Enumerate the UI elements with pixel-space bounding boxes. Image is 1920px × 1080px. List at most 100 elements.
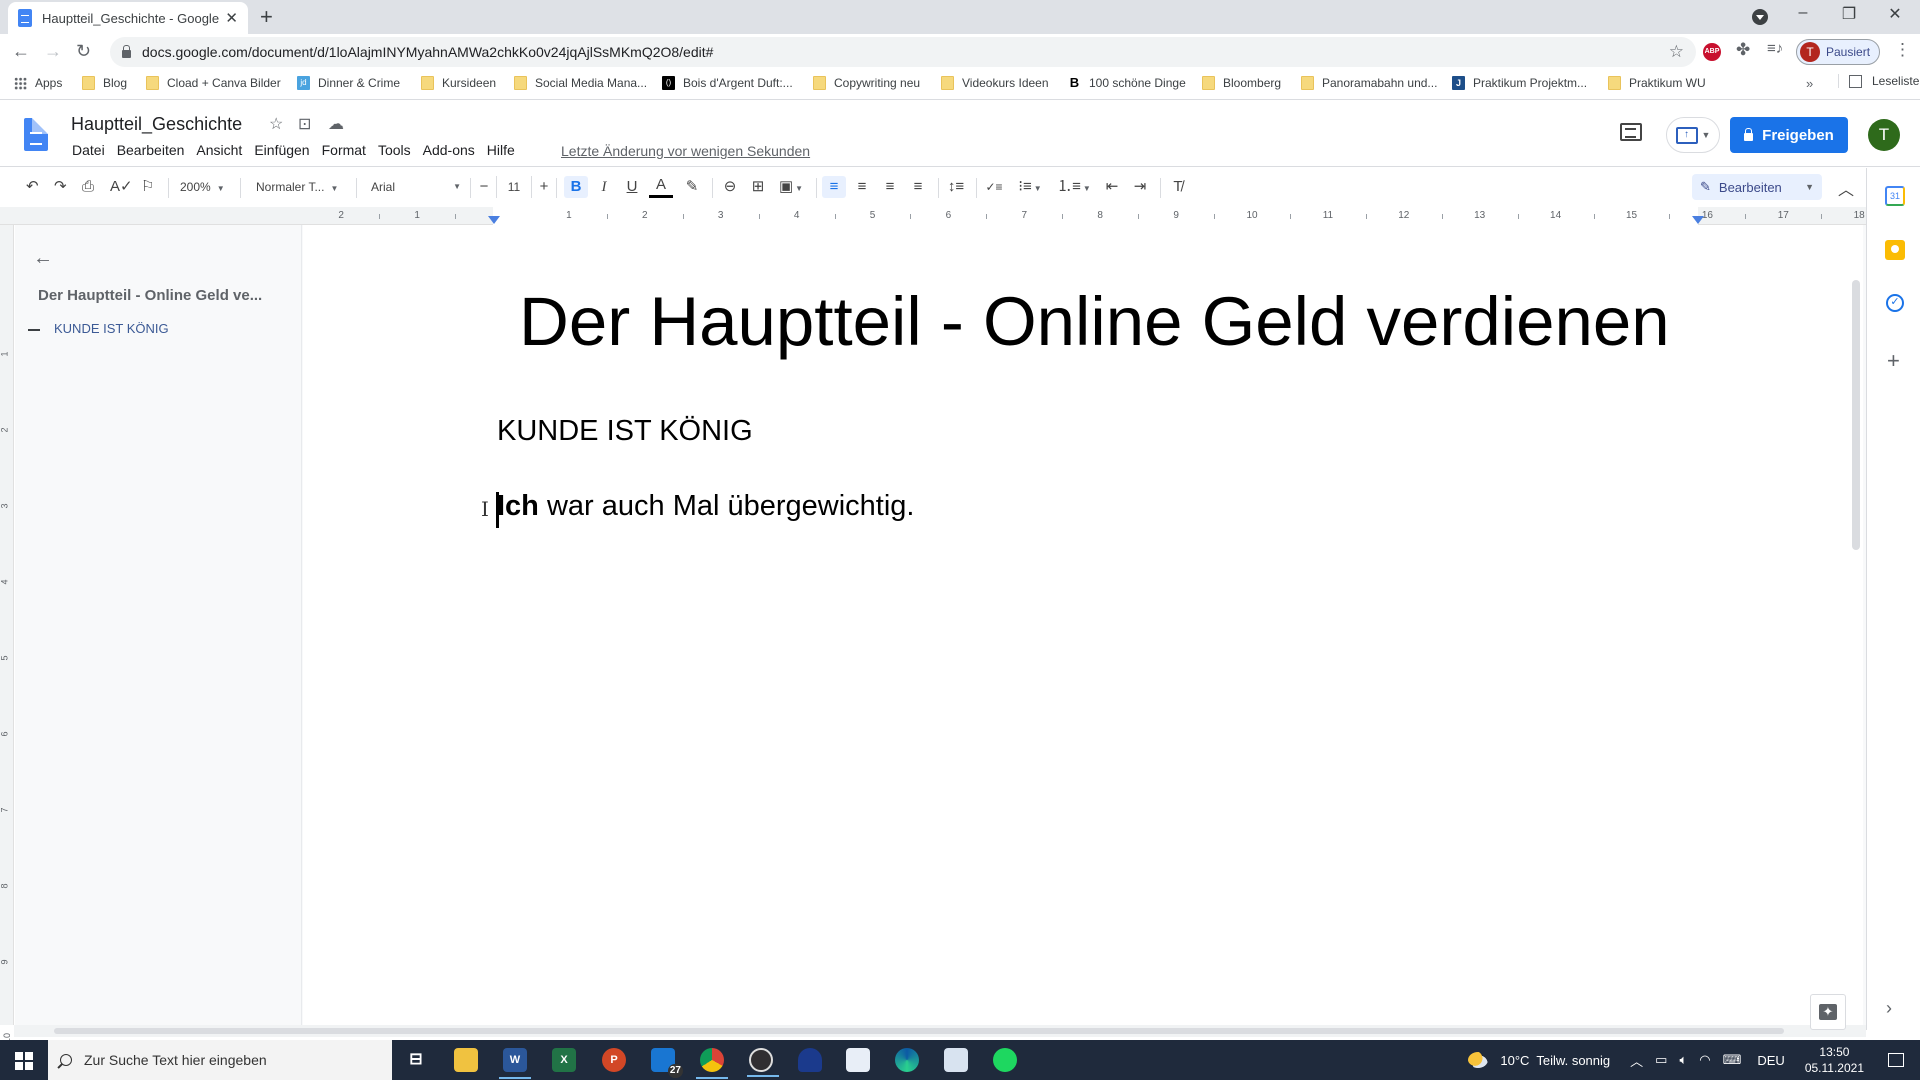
clear-formatting-icon[interactable]: T̸ — [1166, 176, 1190, 198]
new-tab-button[interactable]: + — [260, 4, 273, 30]
mail-icon[interactable]: 27 — [651, 1048, 683, 1078]
menu-bearbeiten[interactable]: Bearbeiten — [111, 142, 191, 158]
menu-hilfe[interactable]: Hilfe — [481, 142, 521, 158]
show-hidden-icons-icon[interactable]: ︿ — [1630, 1051, 1643, 1070]
language-indicator[interactable]: DEU — [1757, 1053, 1784, 1068]
insert-link-icon[interactable]: ⊖ — [718, 176, 742, 198]
task-view-icon[interactable]: ⊟ — [404, 1048, 428, 1072]
chrome-icon[interactable] — [696, 1048, 728, 1079]
keep-icon[interactable] — [1885, 240, 1905, 260]
decrease-indent-icon[interactable]: ⇤ — [1100, 176, 1124, 198]
close-outline-icon[interactable]: ← — [33, 247, 53, 270]
edge-icon[interactable] — [895, 1048, 919, 1072]
print-icon[interactable]: ⎙ — [82, 176, 94, 198]
reading-list-button[interactable]: Leseliste — [1838, 74, 1919, 88]
bookmark-dinner-crime[interactable]: jd Dinner & Crime — [297, 76, 400, 90]
back-button[interactable]: ← — [12, 41, 30, 62]
undo-icon[interactable]: ↶ — [26, 176, 39, 198]
bookmark-social-media[interactable]: Social Media Mana... — [514, 76, 647, 90]
checklist-icon[interactable]: ✓≡ — [982, 176, 1006, 198]
obs-icon[interactable] — [747, 1048, 779, 1077]
bookmark-praktikum-projekt[interactable]: J Praktikum Projektm... — [1452, 76, 1587, 90]
keyboard-icon[interactable]: ⌨ — [1723, 1052, 1742, 1068]
document-heading-1[interactable]: KUNDE IST KÖNIG — [497, 415, 753, 448]
cloud-saved-icon[interactable]: ☁ — [328, 114, 344, 134]
bookmark-star-icon[interactable]: ☆ — [1669, 42, 1684, 62]
meet-now-icon[interactable]: ▭ — [1655, 1052, 1667, 1068]
bookmark-blog[interactable]: Blog — [82, 76, 127, 90]
browser-menu-icon[interactable]: ⋮ — [1894, 40, 1911, 60]
menu-datei[interactable]: Datei — [66, 142, 111, 158]
zoom-select[interactable]: 200% ▼ — [180, 176, 225, 198]
excel-icon[interactable]: X — [552, 1048, 576, 1072]
last-edit-link[interactable]: Letzte Änderung vor wenigen Sekunden — [561, 143, 810, 159]
powerpoint-icon[interactable]: P — [602, 1048, 626, 1072]
word-icon[interactable]: W — [499, 1048, 531, 1079]
vertical-scrollbar[interactable] — [1852, 280, 1860, 550]
clock[interactable]: 13:50 05.11.2021 — [1805, 1044, 1864, 1076]
increase-font-size-button[interactable]: + — [536, 176, 552, 198]
extensions-puzzle-icon[interactable]: ✤ — [1736, 40, 1750, 60]
volume-icon[interactable]: 🔈︎ — [1679, 1052, 1687, 1068]
bookmark-kursideen[interactable]: Kursideen — [421, 76, 496, 90]
align-center-icon[interactable]: ≡ — [850, 176, 874, 198]
explore-button[interactable]: ✦ — [1810, 994, 1846, 1030]
taskbar-search-box[interactable]: Zur Suche Text hier eingeben — [48, 1040, 392, 1080]
restore-button[interactable]: ❐ — [1826, 4, 1872, 24]
insert-image-icon[interactable]: ▣ ▼ — [774, 176, 808, 198]
tasks-icon[interactable]: ✓ — [1886, 294, 1904, 312]
media-control-icon[interactable]: ≡♪ — [1767, 40, 1783, 57]
style-select[interactable]: Normaler T... ▼ — [256, 176, 338, 198]
bulleted-list-icon[interactable]: ⁝≡ ▼ — [1012, 176, 1048, 198]
weather-text[interactable]: 10°C Teilw. sonnig — [1500, 1053, 1610, 1068]
bookmark-videokurs[interactable]: Videokurs Ideen — [941, 76, 1049, 90]
add-comment-icon[interactable]: ⊞ — [746, 176, 770, 198]
browser-tab[interactable]: Hauptteil_Geschichte - Google D ✕ — [8, 2, 248, 34]
font-size-input[interactable]: 11 — [496, 176, 532, 198]
document-page[interactable]: Der Hauptteil - Online Geld verdienen KU… — [303, 225, 1863, 1025]
minimize-button[interactable]: – — [1780, 4, 1826, 22]
document-paragraph[interactable]: Ich war auch Mal übergewichtig. — [497, 490, 914, 523]
document-heading-title[interactable]: Der Hauptteil - Online Geld verdienen — [519, 282, 1670, 361]
justify-icon[interactable]: ≡ — [906, 176, 930, 198]
calendar-icon[interactable]: 31 — [1885, 186, 1905, 206]
forward-button[interactable]: → — [44, 41, 62, 62]
menu-ansicht[interactable]: Ansicht — [190, 142, 248, 158]
user-avatar[interactable]: T — [1868, 119, 1900, 151]
wifi-icon[interactable]: ◠ — [1699, 1052, 1710, 1068]
app-icon[interactable] — [846, 1048, 870, 1072]
notifications-icon[interactable] — [1888, 1053, 1904, 1067]
move-folder-icon[interactable]: ⊡ — [298, 114, 311, 134]
reload-button[interactable]: ↻ — [76, 41, 91, 62]
bookmark-praktikum-wu[interactable]: Praktikum WU — [1608, 76, 1706, 90]
italic-button[interactable]: I — [592, 176, 616, 198]
add-addon-icon[interactable]: + — [1887, 348, 1907, 373]
bold-button[interactable]: B — [564, 176, 588, 198]
file-explorer-icon[interactable] — [454, 1048, 478, 1072]
address-bar[interactable]: docs.google.com/document/d/1loAlajmINYMy… — [110, 37, 1696, 67]
windows-start-icon[interactable] — [15, 1052, 33, 1070]
tab-search-icon[interactable] — [1752, 9, 1768, 25]
comment-history-icon[interactable] — [1620, 123, 1642, 141]
menu-format[interactable]: Format — [316, 142, 372, 158]
numbered-list-icon[interactable]: ⒈≡ ▼ — [1056, 176, 1092, 198]
bookmark-panoramabahn[interactable]: Panoramabahn und... — [1301, 76, 1437, 90]
close-tab-icon[interactable]: ✕ — [225, 9, 238, 27]
close-window-button[interactable]: ✕ — [1872, 4, 1918, 24]
text-color-button[interactable]: A — [649, 176, 673, 198]
star-icon[interactable]: ☆ — [269, 114, 283, 134]
left-indent-marker[interactable] — [488, 216, 500, 224]
expand-side-panel-icon[interactable]: › — [1886, 998, 1892, 1019]
outline-title[interactable]: Der Hauptteil - Online Geld ve... — [38, 287, 262, 304]
app-icon[interactable] — [944, 1048, 968, 1072]
spotify-icon[interactable] — [993, 1048, 1017, 1072]
menu-tools[interactable]: Tools — [372, 142, 417, 158]
google-docs-logo-icon[interactable] — [24, 118, 48, 151]
align-right-icon[interactable]: ≡ — [878, 176, 902, 198]
menu-einfuegen[interactable]: Einfügen — [248, 142, 315, 158]
line-spacing-icon[interactable]: ↕≡ — [944, 176, 968, 198]
app-icon[interactable] — [798, 1048, 822, 1072]
highlight-color-icon[interactable]: ✎ — [680, 176, 704, 198]
weather-icon[interactable] — [1468, 1052, 1489, 1068]
horizontal-scrollbar[interactable] — [14, 1025, 1866, 1037]
